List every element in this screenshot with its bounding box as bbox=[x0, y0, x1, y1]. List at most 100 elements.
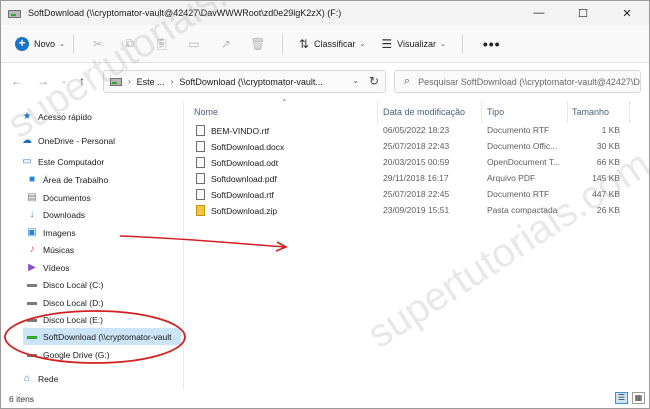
column-divider[interactable] bbox=[567, 101, 568, 123]
close-button[interactable]: ✕ bbox=[605, 1, 649, 25]
sidebar-item-network[interactable]: ⌂ Rede bbox=[21, 370, 58, 387]
file-size: 30 KB bbox=[596, 141, 620, 151]
address-dropdown-icon[interactable]: ⌄ bbox=[352, 76, 359, 85]
address-bar[interactable]: › Este ... › SoftDownload (\\cryptomator… bbox=[103, 70, 386, 93]
sidebar-item-label: Disco Local (C:) bbox=[43, 279, 104, 290]
navigation-bar: ← → ⌄ ↑ › Este ... › SoftDownload (\\cry… bbox=[1, 63, 649, 101]
sidebar-item-downloads[interactable]: ↓ Downloads bbox=[26, 206, 86, 223]
sidebar-item-label: Vídeos bbox=[43, 262, 70, 273]
table-row[interactable]: SoftDownload.zip 23/09/2019 15:51 Pasta … bbox=[190, 203, 626, 219]
chevron-down-icon: ⌄ bbox=[59, 40, 65, 48]
sidebar-item-drive-d[interactable]: ▬ Disco Local (D:) bbox=[26, 294, 103, 311]
file-date: 06/05/2022 18:23 bbox=[383, 125, 450, 135]
delete-icon[interactable]: 🗑︎ bbox=[242, 34, 274, 54]
sidebar-item-drive-e[interactable]: ▬ Disco Local (E:) bbox=[26, 311, 103, 328]
file-type: Arquivo PDF bbox=[487, 173, 536, 183]
sidebar-item-label: Acesso rápido bbox=[38, 111, 92, 122]
new-button[interactable]: + Novo ⌄ bbox=[15, 36, 65, 51]
sidebar-item-quick-access[interactable]: ★ Acesso rápido bbox=[21, 108, 92, 125]
minimize-button[interactable]: — bbox=[517, 1, 561, 25]
sidebar-item-google-drive[interactable]: ▬ Google Drive (G:) bbox=[26, 346, 110, 363]
column-divider[interactable] bbox=[629, 101, 630, 123]
sidebar-item-onedrive[interactable]: ☁ OneDrive - Personal bbox=[21, 132, 115, 149]
view-button[interactable]: ☰ Visualizar ⌄ bbox=[381, 37, 446, 51]
table-row[interactable]: SoftDownload.odt 20/03/2015 00:59 OpenDo… bbox=[190, 155, 626, 171]
details-view-icon[interactable]: ☰ bbox=[615, 392, 628, 404]
breadcrumb-current[interactable]: SoftDownload (\\cryptomator-vault... bbox=[179, 77, 323, 87]
chevron-down-icon: ⌄ bbox=[359, 40, 366, 48]
network-icon: ⌂ bbox=[23, 373, 31, 384]
window-controls: — ☐ ✕ bbox=[517, 1, 649, 25]
file-type: Documento Offic... bbox=[487, 141, 558, 151]
sidebar-item-drive-c[interactable]: ▬ Disco Local (C:) bbox=[26, 276, 103, 293]
breadcrumb-separator: › bbox=[128, 77, 131, 86]
share-icon[interactable]: ↗ bbox=[210, 34, 242, 54]
tiles-view-icon[interactable]: ▦ bbox=[632, 392, 645, 404]
forward-arrow-icon[interactable]: → bbox=[37, 74, 49, 88]
sidebar-item-documents[interactable]: ▤ Documentos bbox=[26, 189, 91, 206]
music-icon: ♪ bbox=[29, 244, 35, 255]
star-icon: ★ bbox=[22, 111, 32, 122]
up-arrow-icon[interactable]: ↑ bbox=[79, 74, 85, 88]
sidebar-item-label: Área de Trabalho bbox=[43, 174, 109, 185]
sidebar-item-label: Disco Local (D:) bbox=[43, 297, 104, 308]
view-label: Visualizar bbox=[397, 38, 436, 49]
table-row[interactable]: SoftDownload.rtf 25/07/2018 22:45 Docume… bbox=[190, 187, 626, 203]
sidebar-item-label: Documentos bbox=[43, 192, 91, 203]
sidebar-item-pictures[interactable]: ▣ Imagens bbox=[26, 224, 75, 241]
documents-icon: ▤ bbox=[27, 192, 37, 203]
download-icon: ↓ bbox=[29, 209, 35, 220]
chevron-down-icon: ⌄ bbox=[439, 40, 446, 48]
recent-chevron-icon[interactable]: ⌄ bbox=[61, 77, 67, 85]
file-type: OpenDocument T... bbox=[487, 157, 561, 167]
sort-ascending-icon: ⌃ bbox=[281, 98, 288, 107]
odt-file-icon bbox=[196, 157, 205, 168]
file-type: Pasta compactada bbox=[487, 205, 558, 215]
sidebar-item-softdownload[interactable]: ▬ SoftDownload (\\cryptomator-vault bbox=[23, 328, 181, 345]
pdf-file-icon bbox=[196, 173, 205, 184]
paste-icon[interactable]: 📋︎ bbox=[146, 34, 178, 54]
zip-folder-icon bbox=[196, 205, 205, 216]
column-divider[interactable] bbox=[481, 101, 482, 123]
sidebar-item-music[interactable]: ♪ Músicas bbox=[26, 241, 75, 258]
sidebar-item-this-pc[interactable]: ▭ Este Computador bbox=[21, 153, 104, 170]
search-input[interactable]: ⌕ Pesquisar SoftDownload (\\cryptomator-… bbox=[394, 70, 641, 93]
file-size: 26 KB bbox=[596, 205, 620, 215]
sort-button[interactable]: ⇅ Classificar ⌄ bbox=[299, 37, 365, 51]
column-header-name[interactable]: Nome bbox=[194, 107, 218, 121]
navigation-pane: ★ Acesso rápido ☁ OneDrive - Personal ▭ … bbox=[1, 101, 183, 389]
sidebar-item-label: SoftDownload (\\cryptomator-vault bbox=[43, 331, 172, 342]
column-header-size[interactable]: Tamanho bbox=[572, 107, 609, 121]
search-placeholder: Pesquisar SoftDownload (\\cryptomator-va… bbox=[418, 76, 640, 87]
drive-icon: ▬ bbox=[27, 314, 37, 325]
breadcrumb-this-pc[interactable]: Este ... bbox=[137, 77, 165, 87]
cut-icon[interactable]: ✂ bbox=[82, 34, 114, 54]
sidebar-item-desktop[interactable]: ■ Área de Trabalho bbox=[26, 171, 108, 188]
file-date: 25/07/2018 22:43 bbox=[383, 141, 450, 151]
copy-icon[interactable]: ⧉ bbox=[114, 34, 146, 54]
file-name: BEM-VINDO.rtf bbox=[211, 125, 270, 136]
table-row[interactable]: BEM-VINDO.rtf 06/05/2022 18:23 Documento… bbox=[190, 123, 626, 139]
network-drive-icon: ▬ bbox=[27, 331, 37, 342]
view-icon: ☰ bbox=[381, 36, 393, 51]
toolbar-divider bbox=[72, 33, 74, 54]
sidebar-item-label: Downloads bbox=[43, 209, 86, 220]
refresh-icon[interactable]: ↻ bbox=[369, 74, 379, 88]
rename-icon[interactable]: ▭ bbox=[178, 34, 210, 54]
maximize-button[interactable]: ☐ bbox=[561, 1, 605, 25]
back-arrow-icon[interactable]: ← bbox=[11, 74, 23, 88]
more-options-button[interactable]: ••• bbox=[483, 36, 501, 52]
pictures-icon: ▣ bbox=[27, 227, 37, 238]
videos-icon: ▶ bbox=[28, 262, 36, 273]
column-divider[interactable] bbox=[377, 101, 378, 123]
file-type: Documento RTF bbox=[487, 125, 550, 135]
sidebar-item-label: Disco Local (E:) bbox=[43, 314, 103, 325]
table-row[interactable]: SoftDownload.docx 25/07/2018 22:43 Docum… bbox=[190, 139, 626, 155]
column-header-type[interactable]: Tipo bbox=[487, 107, 504, 121]
file-size: 447 KB bbox=[592, 189, 620, 199]
table-row[interactable]: Softdownload.pdf 29/11/2018 16:17 Arquiv… bbox=[190, 171, 626, 187]
sidebar-item-label: Google Drive (G:) bbox=[43, 349, 110, 360]
column-header-date[interactable]: Data de modificação bbox=[383, 107, 465, 121]
drive-icon: ▬ bbox=[27, 279, 37, 290]
sidebar-item-videos[interactable]: ▶ Vídeos bbox=[26, 259, 69, 276]
